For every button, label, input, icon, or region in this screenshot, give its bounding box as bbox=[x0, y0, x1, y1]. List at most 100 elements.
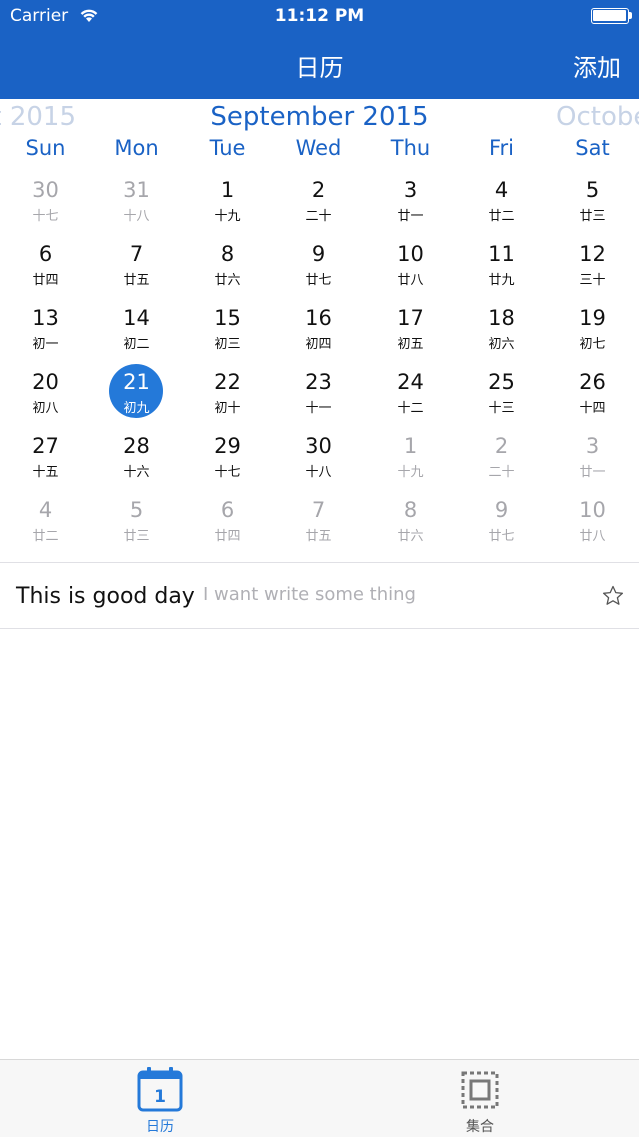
lunar-date: 十九 bbox=[214, 209, 241, 224]
day-number: 30 bbox=[32, 178, 59, 202]
calendar-day[interactable]: 27 十五 bbox=[0, 428, 91, 492]
lunar-date: 十四 bbox=[579, 401, 606, 416]
calendar-day[interactable]: 1 十九 bbox=[182, 172, 273, 236]
calendar-day[interactable]: 31 十八 bbox=[91, 172, 182, 236]
calendar-day[interactable]: 7 廿五 bbox=[91, 236, 182, 300]
calendar-day[interactable]: 6 廿四 bbox=[182, 492, 273, 556]
lunar-date: 廿五 bbox=[305, 529, 332, 544]
calendar-day[interactable]: 4 廿二 bbox=[456, 172, 547, 236]
calendar-day-selected[interactable]: 21 初九 bbox=[91, 364, 182, 428]
weekday-wed: Wed bbox=[295, 136, 342, 160]
lunar-date: 十九 bbox=[397, 465, 424, 480]
lunar-date: 十七 bbox=[214, 465, 241, 480]
lunar-date: 初三 bbox=[214, 337, 241, 352]
calendar-grid: 30 十七 31 十八 1 十九 2 二十 3 廿一 4 廿二 5 廿三 6 廿四 7 廿五 8 廿六 9 廿七 10 廿八 1… bbox=[0, 172, 639, 556]
calendar-day[interactable]: 7 廿五 bbox=[273, 492, 364, 556]
tab-collection[interactable]: 集合 bbox=[320, 1060, 639, 1137]
calendar-day[interactable]: 13 初一 bbox=[0, 300, 91, 364]
weekday-header: Sun Mon Tue Wed Thu Fri Sat bbox=[0, 136, 639, 164]
calendar-day[interactable]: 15 初三 bbox=[182, 300, 273, 364]
day-number: 5 bbox=[129, 498, 144, 522]
calendar-icon-day: 1 bbox=[154, 1087, 166, 1107]
lunar-date: 初五 bbox=[397, 337, 424, 352]
calendar-day[interactable]: 2 二十 bbox=[273, 172, 364, 236]
day-number: 4 bbox=[494, 178, 509, 202]
calendar-day[interactable]: 30 十八 bbox=[273, 428, 364, 492]
lunar-date: 廿二 bbox=[32, 529, 59, 544]
calendar-day[interactable]: 26 十四 bbox=[547, 364, 638, 428]
day-number: 25 bbox=[488, 370, 515, 394]
lunar-date: 二十 bbox=[488, 465, 515, 480]
day-number: 6 bbox=[220, 498, 235, 522]
calendar-day[interactable]: 30 十七 bbox=[0, 172, 91, 236]
add-button[interactable]: 添加 bbox=[573, 48, 621, 83]
calendar-day[interactable]: 29 十七 bbox=[182, 428, 273, 492]
lunar-date: 廿八 bbox=[397, 273, 424, 288]
day-number: 5 bbox=[585, 178, 600, 202]
calendar-day[interactable]: 17 初五 bbox=[365, 300, 456, 364]
calendar-day[interactable]: 9 廿七 bbox=[273, 236, 364, 300]
note-title: This is good day bbox=[16, 584, 195, 609]
day-number: 19 bbox=[579, 306, 606, 330]
day-number: 10 bbox=[579, 498, 606, 522]
lunar-date: 廿二 bbox=[488, 209, 515, 224]
tab-label: 集合 bbox=[466, 1119, 494, 1135]
calendar-day[interactable]: 11 廿九 bbox=[456, 236, 547, 300]
calendar-day[interactable]: 3 廿一 bbox=[547, 428, 638, 492]
calendar-day[interactable]: 8 廿六 bbox=[365, 492, 456, 556]
day-number: 4 bbox=[38, 498, 53, 522]
next-month-label[interactable]: October bbox=[556, 100, 639, 134]
calendar-day[interactable]: 24 十二 bbox=[365, 364, 456, 428]
calendar-day[interactable]: 4 廿二 bbox=[0, 492, 91, 556]
lunar-date: 十一 bbox=[305, 401, 332, 416]
day-number: 2 bbox=[311, 178, 326, 202]
weekday-fri: Fri bbox=[488, 136, 515, 160]
day-number: 26 bbox=[579, 370, 606, 394]
day-number: 10 bbox=[397, 242, 424, 266]
weekday-mon: Mon bbox=[114, 136, 159, 160]
lunar-date: 初八 bbox=[32, 401, 59, 416]
lunar-date: 廿三 bbox=[123, 529, 150, 544]
day-number: 18 bbox=[488, 306, 515, 330]
calendar-day[interactable]: 10 廿八 bbox=[365, 236, 456, 300]
calendar-day[interactable]: 18 初六 bbox=[456, 300, 547, 364]
day-number: 20 bbox=[32, 370, 59, 394]
calendar-day[interactable]: 16 初四 bbox=[273, 300, 364, 364]
lunar-date: 廿六 bbox=[214, 273, 241, 288]
calendar-day[interactable]: 20 初八 bbox=[0, 364, 91, 428]
day-number: 23 bbox=[305, 370, 332, 394]
lunar-date: 廿八 bbox=[579, 529, 606, 544]
lunar-date: 三十 bbox=[579, 273, 606, 288]
calendar-day[interactable]: 6 廿四 bbox=[0, 236, 91, 300]
day-number: 14 bbox=[123, 306, 150, 330]
calendar-day[interactable]: 14 初二 bbox=[91, 300, 182, 364]
month-carousel[interactable]: t 2015 September 2015 October bbox=[0, 100, 639, 134]
calendar-day[interactable]: 9 廿七 bbox=[456, 492, 547, 556]
star-icon[interactable] bbox=[601, 584, 625, 608]
calendar-day[interactable]: 5 廿三 bbox=[547, 172, 638, 236]
calendar-day[interactable]: 19 初七 bbox=[547, 300, 638, 364]
calendar-day[interactable]: 25 十三 bbox=[456, 364, 547, 428]
calendar-day[interactable]: 23 十一 bbox=[273, 364, 364, 428]
weekday-sat: Sat bbox=[575, 136, 610, 160]
calendar-day[interactable]: 3 廿一 bbox=[365, 172, 456, 236]
day-number: 22 bbox=[214, 370, 241, 394]
tab-calendar[interactable]: 1 日历 bbox=[0, 1060, 320, 1137]
day-number: 7 bbox=[311, 498, 326, 522]
calendar-day[interactable]: 1 十九 bbox=[365, 428, 456, 492]
lunar-date: 十七 bbox=[32, 209, 59, 224]
calendar-day[interactable]: 12 三十 bbox=[547, 236, 638, 300]
lunar-date: 初一 bbox=[32, 337, 59, 352]
calendar-day[interactable]: 28 十六 bbox=[91, 428, 182, 492]
calendar-day[interactable]: 22 初十 bbox=[182, 364, 273, 428]
collection-icon bbox=[461, 1071, 499, 1109]
calendar-day[interactable]: 5 廿三 bbox=[91, 492, 182, 556]
day-number: 29 bbox=[214, 434, 241, 458]
note-row[interactable]: This is good day bbox=[0, 566, 639, 628]
day-number: 12 bbox=[579, 242, 606, 266]
calendar-day[interactable]: 2 二十 bbox=[456, 428, 547, 492]
calendar-day[interactable]: 8 廿六 bbox=[182, 236, 273, 300]
calendar-day[interactable]: 10 廿八 bbox=[547, 492, 638, 556]
day-number: 1 bbox=[403, 434, 418, 458]
note-input[interactable] bbox=[203, 584, 583, 605]
